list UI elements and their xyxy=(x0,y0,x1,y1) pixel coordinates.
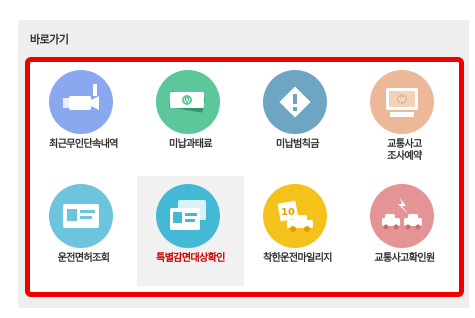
accident-cars-icon xyxy=(370,184,434,248)
warning-icon xyxy=(263,70,327,134)
tile-unpaid-fines[interactable]: W 미납과태료 xyxy=(137,62,244,172)
tile-special-reduction-check[interactable]: 특별감면대상확인 xyxy=(137,176,244,286)
quick-links-panel: 바로가기 최근무인단속내역 W 미납과태료 미납범칙금 W 교통사고 조사예약 … xyxy=(18,20,469,308)
reservation-monitor-icon: W xyxy=(370,70,434,134)
svg-text:10: 10 xyxy=(281,207,295,218)
svg-text:W: W xyxy=(184,97,191,105)
tile-label: 미납과태료 xyxy=(168,139,213,150)
panel-title: 바로가기 xyxy=(30,33,69,46)
quick-links-highlight-frame: 최근무인단속내역 W 미납과태료 미납범칙금 W 교통사고 조사예약 운전면허조… xyxy=(25,57,464,297)
tile-label: 최근무인단속내역 xyxy=(49,139,118,150)
camera-icon xyxy=(49,70,113,134)
tile-accident-confirmation[interactable]: 교통사고확인원 xyxy=(351,176,458,286)
tile-license-lookup[interactable]: 운전면허조회 xyxy=(30,176,137,286)
id-cards-icon xyxy=(156,184,220,248)
mileage-car-icon: 10 xyxy=(263,184,327,248)
tile-unpaid-penalties[interactable]: 미납범칙금 xyxy=(244,62,351,172)
tile-label: 교통사고확인원 xyxy=(374,253,435,264)
tile-label: 미납범칙금 xyxy=(275,139,320,150)
tile-accident-investigation-reservation[interactable]: W 교통사고 조사예약 xyxy=(351,62,458,172)
svg-text:W: W xyxy=(399,96,406,104)
tile-label: 운전면허조회 xyxy=(57,253,110,264)
tile-recent-unmanned-enforcement[interactable]: 최근무인단속내역 xyxy=(30,62,137,172)
tile-label: 착한운전마일리지 xyxy=(263,253,332,264)
license-card-icon xyxy=(49,184,113,248)
tile-label: 특별감면대상확인 xyxy=(156,253,225,264)
money-icon: W xyxy=(156,70,220,134)
quick-links-grid: 최근무인단속내역 W 미납과태료 미납범칙금 W 교통사고 조사예약 운전면허조… xyxy=(30,62,459,292)
tile-label: 교통사고 조사예약 xyxy=(387,139,422,162)
tile-good-driving-mileage[interactable]: 10 착한운전마일리지 xyxy=(244,176,351,286)
